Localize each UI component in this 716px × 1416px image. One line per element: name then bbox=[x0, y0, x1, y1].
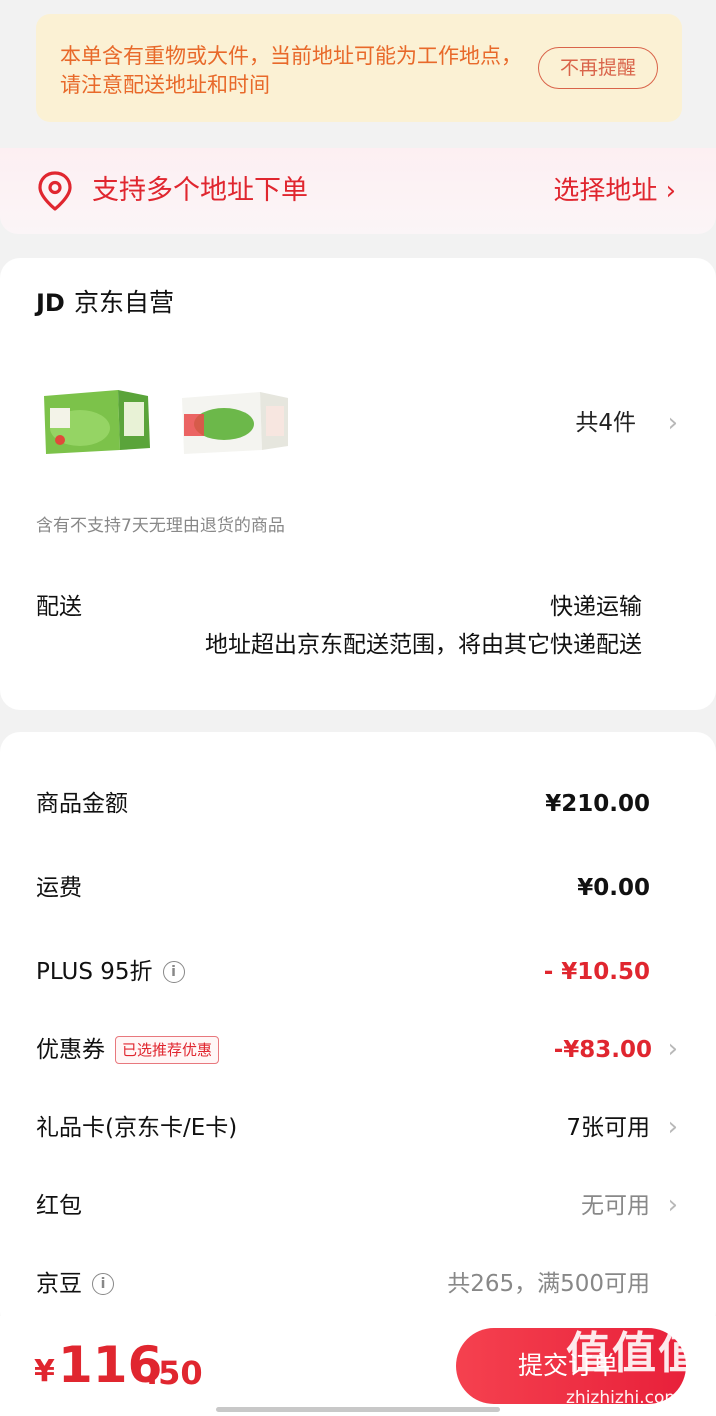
jd-logo: JD bbox=[36, 289, 65, 317]
row-label-text: 红包 bbox=[36, 1193, 82, 1219]
home-indicator[interactable] bbox=[216, 1407, 500, 1412]
total-currency: ¥ bbox=[34, 1354, 55, 1389]
summary-row-goods-amount: 商品金额 ¥210.00 bbox=[0, 782, 716, 826]
total-amount-decimal: .50 bbox=[146, 1354, 203, 1392]
shop-card: JD 京东自营 共4件 › 含有不支持7天无理由退货的商品 配送 快递运输 地址… bbox=[0, 258, 716, 710]
info-icon[interactable]: i bbox=[92, 1273, 114, 1295]
row-label-text: PLUS 95折 bbox=[36, 959, 153, 985]
summary-row-shipping: 运费 ¥0.00 bbox=[0, 866, 716, 910]
chevron-right-icon[interactable]: › bbox=[668, 1034, 678, 1064]
select-address-link[interactable]: 选择地址 › bbox=[553, 174, 676, 208]
heavy-item-notice: 本单含有重物或大件，当前地址可能为工作地点，请注意配送地址和时间 不再提醒 bbox=[36, 14, 682, 122]
multi-address-bar[interactable]: 支持多个地址下单 选择地址 › bbox=[0, 148, 716, 234]
row-label-text: 京豆 bbox=[36, 1271, 82, 1297]
chevron-right-icon[interactable]: › bbox=[668, 1190, 678, 1220]
row-label-text: 礼品卡(京东卡/E卡) bbox=[36, 1115, 238, 1141]
return-policy-note: 含有不支持7天无理由退货的商品 bbox=[36, 516, 285, 536]
summary-label: 京豆 i bbox=[36, 1268, 114, 1300]
notice-text: 本单含有重物或大件，当前地址可能为工作地点，请注意配送地址和时间 bbox=[60, 44, 522, 97]
summary-value: 共265，满500可用 bbox=[447, 1271, 650, 1297]
summary-row-coupon[interactable]: 优惠券 已选推荐优惠 -¥83.00 › bbox=[0, 1028, 716, 1072]
chevron-right-icon[interactable]: › bbox=[668, 408, 678, 438]
coupon-tag: 已选推荐优惠 bbox=[115, 1036, 220, 1064]
summary-label: PLUS 95折 i bbox=[36, 956, 185, 988]
summary-row-jd-beans: 京豆 i 共265，满500可用 bbox=[0, 1262, 716, 1306]
summary-value: ¥210.00 bbox=[545, 791, 650, 817]
delivery-description: 地址超出京东配送范围，将由其它快递配送 bbox=[205, 632, 642, 658]
info-icon[interactable]: i bbox=[162, 961, 185, 983]
summary-label: 礼品卡(京东卡/E卡) bbox=[36, 1112, 237, 1144]
item-count[interactable]: 共4件 bbox=[575, 408, 636, 438]
summary-row-gift-card[interactable]: 礼品卡(京东卡/E卡) 7张可用 › bbox=[0, 1106, 716, 1150]
product-thumbnail-milk-green[interactable] bbox=[40, 388, 152, 458]
shop-name: 京东自营 bbox=[74, 288, 175, 317]
delivery-method[interactable]: 快递运输 bbox=[550, 592, 642, 622]
summary-label: 红包 bbox=[36, 1190, 82, 1222]
row-label-text: 商品金额 bbox=[36, 791, 128, 817]
summary-value: -¥83.00 bbox=[553, 1037, 652, 1063]
dismiss-notice-button[interactable]: 不再提醒 bbox=[538, 47, 658, 89]
summary-value: - ¥10.50 bbox=[543, 959, 650, 985]
summary-label: 优惠券 已选推荐优惠 bbox=[36, 1034, 220, 1066]
delivery-label: 配送 bbox=[36, 594, 82, 620]
product-thumbnail-milk-white[interactable] bbox=[178, 388, 290, 458]
location-pin-icon bbox=[38, 171, 72, 211]
summary-value: 无可用 bbox=[581, 1193, 650, 1219]
summary-value: 7张可用 bbox=[566, 1115, 650, 1141]
row-label-text: 优惠券 bbox=[36, 1037, 105, 1063]
summary-label: 商品金额 bbox=[36, 788, 128, 820]
summary-value: ¥0.00 bbox=[577, 875, 650, 901]
watermark-logo: 值值值 bbox=[566, 1328, 704, 1379]
multi-address-label: 支持多个地址下单 bbox=[92, 175, 308, 206]
summary-row-plus-discount: PLUS 95折 i - ¥10.50 bbox=[0, 950, 716, 994]
price-summary-card: 商品金额 ¥210.00 运费 ¥0.00 PLUS 95折 i - ¥10.5… bbox=[0, 732, 716, 1332]
summary-row-red-packet[interactable]: 红包 无可用 › bbox=[0, 1184, 716, 1228]
watermark-url: zhizhizhi.com bbox=[566, 1388, 681, 1408]
chevron-right-icon[interactable]: › bbox=[668, 1112, 678, 1142]
summary-label: 运费 bbox=[36, 872, 82, 904]
row-label-text: 运费 bbox=[36, 875, 82, 901]
